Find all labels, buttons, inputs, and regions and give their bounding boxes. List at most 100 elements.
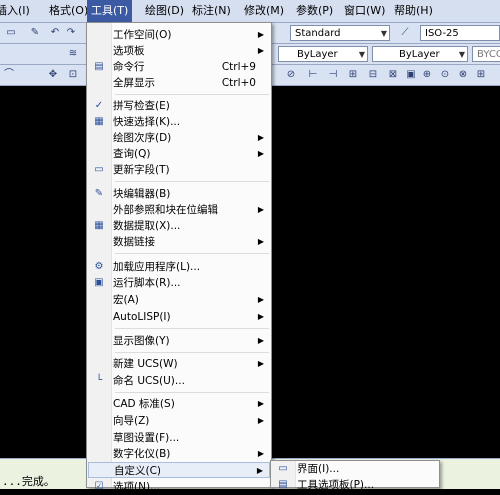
dim-aligned-icon[interactable]: ⊣ [326,68,340,82]
menu-parametric[interactable]: 参数(P) [292,0,337,22]
menu-item-label: 查询(Q) [113,148,151,160]
menu-item-cad-standards[interactable]: CAD 标准(S) ▶ [88,396,270,412]
menu-item-options[interactable]: ☑ 选项(N)... [88,479,270,495]
arc-icon[interactable]: ⌒ [2,68,16,82]
menu-item-display-image[interactable]: 显示图像(Y) ▶ [88,333,270,349]
menu-item-label: 数据链接 [113,236,155,248]
dim-edit-icon[interactable]: ⊗ [456,68,470,82]
menu-item-tablet[interactable]: 数字化仪(B) ▶ [88,446,270,462]
zoom-extents-icon[interactable]: ⊡ [66,68,80,82]
menu-item-workspaces[interactable]: 工作空间(O) ▶ [88,27,270,43]
submenu-arrow-icon: ▶ [257,449,264,458]
submenu-arrow-icon: ▶ [257,312,264,321]
menu-item-label: AutoLISP(I) [113,311,171,323]
submenu-item-interface[interactable]: ▭ 界面(I)... [272,462,438,477]
run-script-icon: ▣ [94,277,104,288]
dim-update-icon[interactable]: ⊞ [474,68,488,82]
menu-separator [115,328,269,329]
tolerance-icon[interactable]: ▣ [404,68,418,82]
menu-item-label: 外部参照和块在位编辑 [113,204,218,216]
dim-radius-icon[interactable]: ⊘ [284,68,298,82]
menu-item-named-ucs[interactable]: └ 命名 UCS(U)... [88,373,270,389]
menu-item-label: 绘图次序(D) [113,132,172,144]
submenu-arrow-icon: ▶ [257,30,264,39]
redo-icon[interactable]: ↷ [64,26,78,40]
menu-item-label: CAD 标准(S) [113,398,175,410]
options-icon: ☑ [94,481,104,492]
menu-item-update-fields[interactable]: ▭ 更新字段(T) [88,162,270,178]
menu-item-label: 显示图像(Y) [113,335,170,347]
menu-insert[interactable]: 插入(I) [0,0,34,22]
menu-item-run-script[interactable]: ▣ 运行脚本(R)... [88,275,270,291]
submenu-arrow-icon: ▶ [257,46,264,55]
pan-icon[interactable]: ✥ [46,68,60,82]
menu-tools[interactable]: 工具(T) [87,0,133,22]
layer-icon[interactable]: ≋ [66,47,80,61]
customize-submenu: ▭ 界面(I)... ▤ 工具选项板(P)... [270,460,440,491]
menu-item-command-line[interactable]: ▤ 命令行 Ctrl+9 [88,59,270,75]
text-style-value: Standard [295,28,341,39]
menu-item-data-links[interactable]: 数据链接 ▶ [88,234,270,250]
submenu-arrow-icon: ▶ [257,399,264,408]
named-ucs-icon: └ [95,375,103,386]
menu-bar: 插入(I) 格式(O) 工具(T) 绘图(D) 标注(N) 修改(M) 参数(P… [0,0,500,23]
menu-item-draw-order[interactable]: 绘图次序(D) ▶ [88,130,270,146]
menu-dimension[interactable]: 标注(N) [188,0,235,22]
menu-item-label: 块编辑器(B) [113,188,171,200]
linetype-combo[interactable]: ByLayer ▼ [278,46,368,62]
new-icon[interactable]: ▭ [4,26,18,40]
menu-item-autolisp[interactable]: AutoLISP(I) ▶ [88,309,270,325]
block-editor-icon: ✎ [94,188,104,199]
menu-item-quick-select[interactable]: ▦ 快速选择(K)... [88,114,270,130]
chevron-down-icon: ▼ [458,50,465,59]
menu-item-drafting-settings[interactable]: 草图设置(F)... [88,430,270,446]
menu-item-data-extraction[interactable]: ▦ 数据提取(X)... [88,218,270,234]
lineweight-value: ByLayer [399,49,440,60]
match-properties-icon[interactable]: ✎ [28,26,42,40]
menu-item-label: 数据提取(X)... [113,220,181,232]
menu-item-load-application[interactable]: ⚙ 加载应用程序(L)... [88,259,270,275]
submenu-arrow-icon: ▶ [257,237,264,246]
submenu-item-label: 界面(I)... [297,463,340,475]
menu-modify[interactable]: 修改(M) [240,0,288,22]
plot-style-combo[interactable]: BYCOLO [472,46,500,62]
text-style-combo[interactable]: Standard ▼ [290,25,390,41]
lineweight-combo[interactable]: ByLayer ▼ [372,46,468,62]
plot-style-value: BYCOLO [477,49,500,60]
menu-item-new-ucs[interactable]: 新建 UCS(W) ▶ [88,356,270,372]
menu-item-spelling[interactable]: ✓ 拼写检查(E) [88,98,270,114]
submenu-arrow-icon: ▶ [257,336,264,345]
menu-separator [115,253,269,254]
menu-help[interactable]: 帮助(H) [390,0,437,22]
data-extract-icon: ▦ [94,220,104,231]
menu-item-label: 选项板 [113,45,145,57]
menu-item-label: 全屏显示 [113,77,155,89]
undo-icon[interactable]: ↶ [48,26,62,40]
menu-item-clean-screen[interactable]: 全屏显示 Ctrl+0 [88,75,270,91]
dim-baseline-icon[interactable]: ⊞ [346,68,360,82]
menu-item-label: 草图设置(F)... [113,432,180,444]
menu-item-label: 快速选择(K)... [113,116,181,128]
submenu-arrow-icon: ▶ [257,295,264,304]
menu-draw[interactable]: 绘图(D) [141,0,188,22]
menu-item-inquiry[interactable]: 查询(Q) ▶ [88,146,270,162]
menu-item-block-editor[interactable]: ✎ 块编辑器(B) [88,186,270,202]
menu-item-customize[interactable]: 自定义(C) ▶ [88,462,270,478]
menu-item-palettes[interactable]: 选项板 ▶ [88,43,270,59]
menu-item-xref-edit[interactable]: 外部参照和块在位编辑 ▶ [88,202,270,218]
dim-break-icon[interactable]: ⊠ [386,68,400,82]
dim-style-icon[interactable]: ⟋ [398,26,412,40]
menu-window[interactable]: 窗口(W) [340,0,389,22]
dim-linear-icon[interactable]: ⊢ [306,68,320,82]
menu-format[interactable]: 格式(O) [45,0,92,22]
tools-menu: 工作空间(O) ▶ 选项板 ▶ ▤ 命令行 Ctrl+9 全屏显示 Ctrl+0… [86,22,272,493]
center-mark-icon[interactable]: ⊕ [420,68,434,82]
submenu-item-tool-palettes[interactable]: ▤ 工具选项板(P)... [272,478,438,493]
menu-item-macro[interactable]: 宏(A) ▶ [88,292,270,308]
dim-style-combo[interactable]: ISO-25 [420,25,500,41]
submenu-item-label: 工具选项板(P)... [297,479,375,491]
menu-item-label: 拼写检查(E) [113,100,170,112]
dim-jog-icon[interactable]: ⊙ [438,68,452,82]
menu-item-wizards[interactable]: 向导(Z) ▶ [88,413,270,429]
dim-continue-icon[interactable]: ⊟ [366,68,380,82]
